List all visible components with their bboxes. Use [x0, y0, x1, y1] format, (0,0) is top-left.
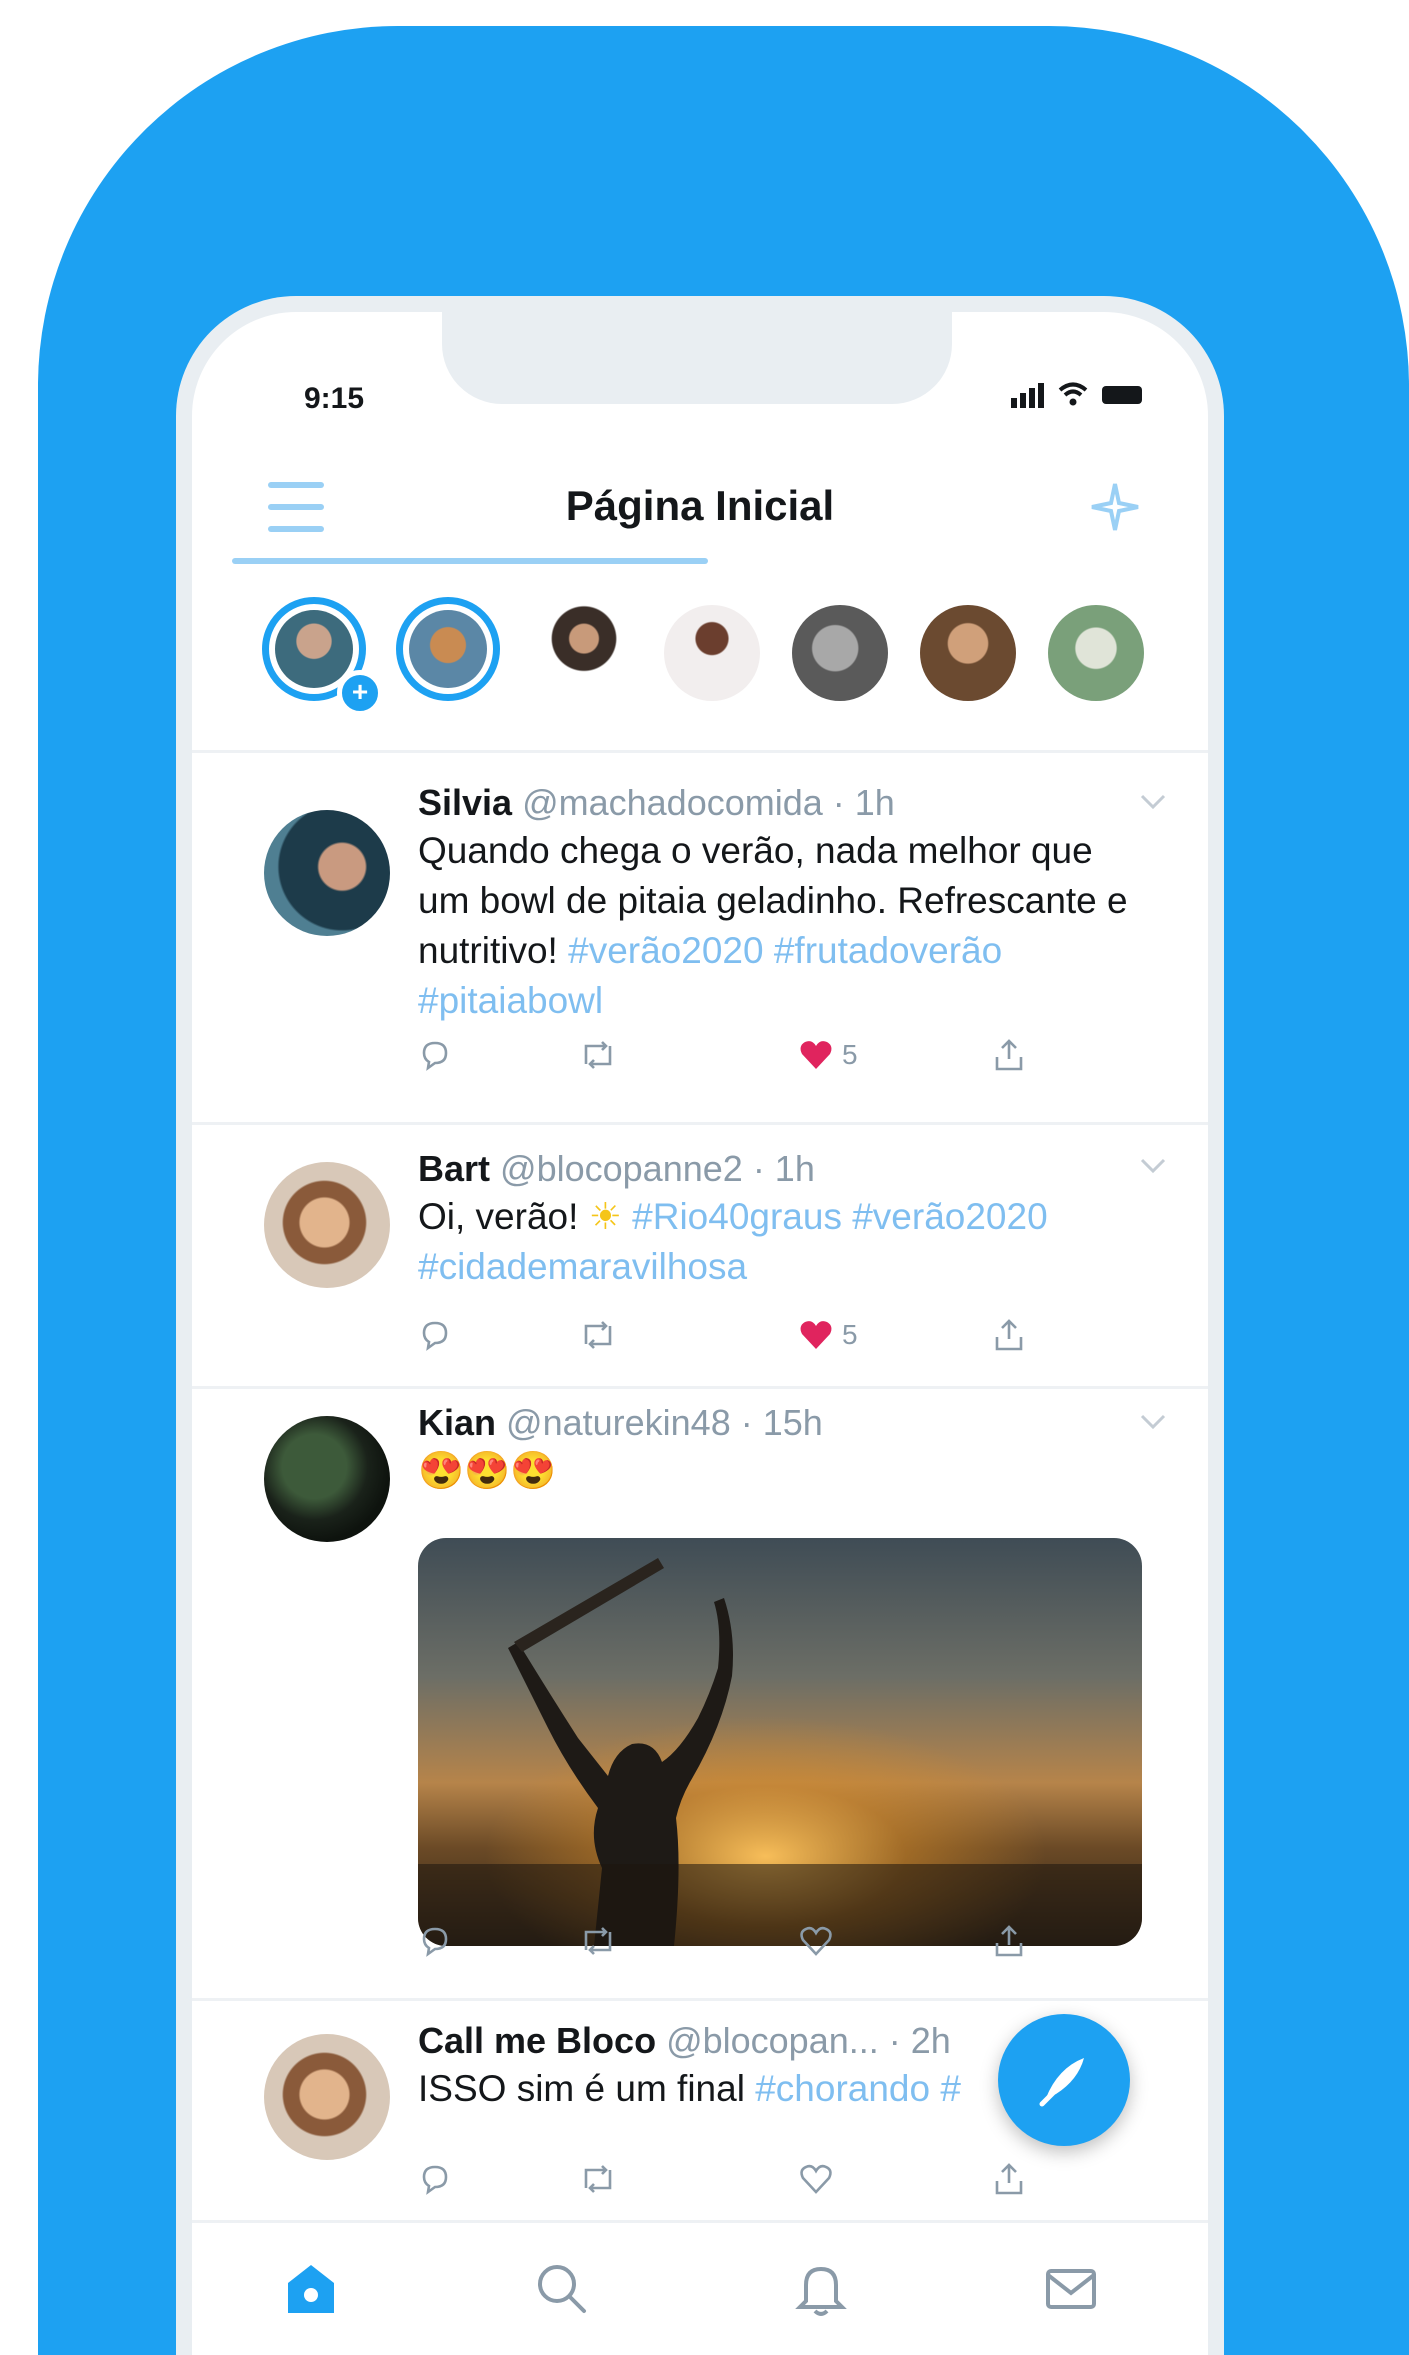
reply-icon — [422, 1927, 448, 1957]
phone-notch — [442, 312, 952, 404]
share-button[interactable] — [992, 1916, 1026, 1966]
heart-icon — [800, 1041, 832, 1069]
top-nav: Página Inicial — [192, 462, 1208, 554]
tweet-time: · 15h — [740, 1402, 823, 1443]
tweet-time: · 1h — [832, 782, 895, 823]
tweet-header: Kian @naturekin48 · 15h — [418, 1400, 1148, 1446]
tweet-body: Oi, verão! — [418, 1196, 579, 1237]
like-button[interactable]: 5 — [798, 1310, 858, 1360]
fleet-avatar[interactable] — [396, 597, 500, 701]
retweet-button[interactable] — [578, 1916, 618, 1966]
page-title: Página Inicial — [565, 482, 835, 529]
share-button[interactable] — [992, 2154, 1026, 2204]
reply-icon — [422, 1041, 448, 1071]
notifications-bell-icon[interactable] — [786, 2253, 856, 2323]
fleet-avatar-own[interactable]: + — [262, 597, 383, 716]
tweet-time: · 1h — [752, 1148, 815, 1189]
sun-emoji: ☀ — [588, 1196, 622, 1237]
reply-icon — [422, 1321, 448, 1351]
heart-outline-icon — [800, 1926, 832, 1956]
share-icon — [995, 1319, 1023, 1351]
compose-feather-icon — [1039, 2058, 1084, 2107]
fleet-avatar[interactable] — [536, 605, 632, 701]
retweet-button[interactable] — [578, 2154, 618, 2204]
tweet-author[interactable]: Kian — [418, 1402, 496, 1443]
compose-tweet-button[interactable] — [998, 2014, 1130, 2146]
tweet-hashtags[interactable]: #chorando # — [755, 2068, 961, 2109]
avatar[interactable] — [264, 810, 390, 936]
fleet-avatar[interactable] — [664, 605, 760, 701]
tweet-time: · 2h — [888, 2020, 951, 2061]
fleet-avatar[interactable] — [920, 605, 1016, 701]
fleets-row: + — [262, 597, 1208, 721]
tweet-body: ISSO sim é um final — [418, 2068, 745, 2109]
share-icon — [995, 2163, 1023, 2195]
sparkle-icon[interactable] — [1086, 478, 1144, 536]
retweet-icon — [584, 1041, 612, 1069]
reply-button[interactable] — [418, 1030, 452, 1080]
tweet-actions — [418, 1916, 1058, 1966]
like-count: 5 — [842, 1319, 858, 1350]
reply-button[interactable] — [418, 2154, 452, 2204]
tweet[interactable]: Silvia @machadocomida · 1h Quando chega … — [192, 750, 1208, 1122]
tweet[interactable]: Kian @naturekin48 · 15h 😍😍😍 — [192, 1386, 1208, 1990]
heart-outline-icon — [800, 2164, 832, 2194]
tweet-actions: 5 — [418, 1030, 1058, 1080]
signal-icon — [1011, 383, 1044, 408]
fleet-avatar[interactable] — [792, 605, 888, 701]
share-button[interactable] — [992, 1030, 1026, 1080]
bottom-nav — [192, 2220, 1208, 2355]
avatar[interactable] — [264, 2034, 390, 2160]
add-fleet-icon[interactable]: + — [337, 670, 383, 716]
home-icon[interactable] — [276, 2253, 346, 2323]
tweet-author[interactable]: Bart — [418, 1148, 490, 1189]
share-button[interactable] — [992, 1310, 1026, 1360]
tweet-text: Quando chega o verão, nada melhor que um… — [418, 826, 1148, 1026]
tweet-author[interactable]: Call me Bloco — [418, 2020, 656, 2061]
share-icon — [995, 1925, 1023, 1957]
retweet-icon — [584, 2165, 612, 2193]
share-icon — [995, 1039, 1023, 1071]
tweet-handle[interactable]: @blocopanne2 — [500, 1148, 743, 1189]
like-button[interactable] — [798, 2154, 834, 2204]
tweet[interactable]: Bart @blocopanne2 · 1h Oi, verão! ☀ #Rio… — [192, 1122, 1208, 1386]
tweet-text: Oi, verão! ☀ #Rio40graus #verão2020 #cid… — [418, 1192, 1148, 1292]
battery-icon — [1102, 386, 1142, 404]
tweet-author[interactable]: Silvia — [418, 782, 512, 823]
tweet-header: Silvia @machadocomida · 1h — [418, 780, 1148, 826]
fleet-avatar[interactable] — [1048, 605, 1144, 701]
heart-icon — [800, 1321, 832, 1349]
tweet-actions: 5 — [418, 1310, 1058, 1360]
messages-icon[interactable] — [1036, 2253, 1106, 2323]
reply-button[interactable] — [418, 1310, 452, 1360]
wifi-icon — [1058, 382, 1088, 406]
avatar[interactable] — [264, 1162, 390, 1288]
avatar[interactable] — [264, 1416, 390, 1542]
tweet-emoji: 😍😍😍 — [418, 1450, 557, 1491]
retweet-button[interactable] — [578, 1030, 618, 1080]
retweet-icon — [584, 1321, 612, 1349]
tweet-handle[interactable]: @machadocomida — [522, 782, 823, 823]
tweet-handle[interactable]: @blocopan... — [666, 2020, 879, 2061]
reply-icon — [422, 2165, 448, 2195]
header-underline — [232, 558, 708, 564]
status-time: 9:15 — [304, 382, 365, 415]
tweet-handle[interactable]: @naturekin48 — [506, 1402, 731, 1443]
retweet-button[interactable] — [578, 1310, 618, 1360]
like-count: 5 — [842, 1039, 858, 1070]
tweet-media-image[interactable] — [418, 1538, 1142, 1946]
like-button[interactable] — [798, 1916, 834, 1966]
like-button[interactable]: 5 — [798, 1030, 858, 1080]
phone-screen: 9:15 Página Inicial + Silvia @machadocom… — [192, 312, 1208, 2355]
status-icons — [1011, 378, 1142, 408]
tweet-actions — [418, 2154, 1058, 2204]
tweet-header: Bart @blocopanne2 · 1h — [418, 1146, 1148, 1192]
silhouette-photo — [418, 1558, 1142, 1946]
search-icon[interactable] — [526, 2253, 596, 2323]
reply-button[interactable] — [418, 1916, 452, 1966]
retweet-icon — [584, 1927, 612, 1955]
